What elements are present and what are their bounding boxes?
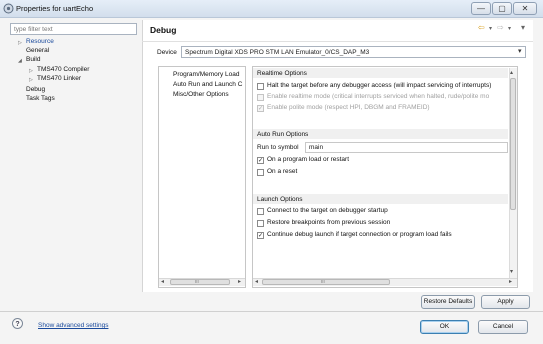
scroll-grip-icon: III bbox=[321, 279, 325, 284]
footer-divider bbox=[0, 311, 543, 312]
run-to-symbol-input[interactable]: main bbox=[305, 142, 508, 153]
restore-breakpoints-label: Restore breakpoints from previous sessio… bbox=[267, 219, 391, 226]
sidebar-item-build[interactable]: Build bbox=[26, 56, 40, 63]
maximize-button[interactable]: ▢ bbox=[492, 2, 512, 15]
view-menu-icon[interactable]: ▾ bbox=[521, 23, 525, 32]
back-menu-icon[interactable]: ▾ bbox=[489, 25, 492, 32]
load-restart-label: On a program load or restart bbox=[267, 156, 350, 163]
forward-menu-icon[interactable]: ▾ bbox=[508, 25, 511, 32]
list-item-auto-run[interactable]: Auto Run and Launch C bbox=[173, 81, 246, 88]
run-to-symbol-value: main bbox=[309, 144, 324, 151]
expand-arrow-icon[interactable]: ▷ bbox=[29, 77, 33, 83]
properties-icon bbox=[3, 3, 14, 14]
on-reset-checkbox[interactable] bbox=[257, 169, 264, 176]
category-list bbox=[158, 66, 246, 288]
sidebar-item-tms470-compiler[interactable]: TMS470 Compiler bbox=[37, 66, 89, 73]
header-divider bbox=[142, 41, 533, 42]
halt-target-label: Halt the target before any debugger acce… bbox=[267, 82, 492, 89]
options-scroll-thumb[interactable] bbox=[510, 78, 516, 210]
minimize-button[interactable]: — bbox=[471, 2, 491, 15]
sidebar-item-task-tags[interactable]: Task Tags bbox=[26, 95, 55, 102]
device-label: Device bbox=[157, 49, 177, 56]
connect-startup-label: Connect to the target on debugger startu… bbox=[267, 207, 388, 214]
auto-run-options-header: Auto Run Options bbox=[253, 129, 508, 139]
category-scroll-thumb[interactable] bbox=[170, 279, 230, 285]
scroll-right-icon[interactable]: ▸ bbox=[509, 278, 512, 285]
collapse-arrow-icon[interactable]: ◢ bbox=[18, 58, 22, 64]
sidebar-item-resource[interactable]: Resource bbox=[26, 38, 54, 45]
polite-mode-checkbox: ✓ bbox=[257, 105, 264, 112]
sidebar-item-general[interactable]: General bbox=[26, 47, 49, 54]
expand-arrow-icon[interactable]: ▷ bbox=[29, 68, 33, 74]
filter-input[interactable]: type filter text bbox=[10, 23, 137, 35]
close-button[interactable]: ✕ bbox=[513, 2, 537, 15]
realtime-mode-label: Enable realtime mode (critical interrupt… bbox=[267, 93, 490, 100]
scroll-grip-icon: III bbox=[195, 279, 199, 284]
list-item-program-memory-load[interactable]: Program/Memory Load bbox=[173, 71, 253, 78]
polite-mode-label: Enable polite mode (respect HPI, DBGM an… bbox=[267, 104, 430, 111]
list-item-misc-options[interactable]: Misc/Other Options bbox=[173, 91, 253, 98]
options-hscroll-thumb[interactable] bbox=[262, 279, 390, 285]
device-value: Spectrum Digital XDS PRO STM LAN Emulato… bbox=[185, 49, 370, 56]
ok-button[interactable]: OK bbox=[420, 320, 469, 334]
scroll-down-icon[interactable]: ▾ bbox=[510, 268, 513, 275]
halt-target-checkbox[interactable] bbox=[257, 83, 264, 90]
realtime-options-header: Realtime Options bbox=[253, 68, 508, 78]
expand-arrow-icon[interactable]: ▷ bbox=[18, 40, 22, 46]
restore-breakpoints-checkbox[interactable] bbox=[257, 220, 264, 227]
scroll-up-icon[interactable]: ▴ bbox=[510, 69, 513, 76]
sidebar-item-tms470-linker[interactable]: TMS470 Linker bbox=[37, 75, 81, 82]
show-advanced-settings-link[interactable]: Show advanced settings bbox=[38, 322, 108, 329]
realtime-mode-checkbox bbox=[257, 94, 264, 101]
apply-button[interactable]: Apply bbox=[481, 295, 530, 309]
scroll-left-icon[interactable]: ◂ bbox=[255, 278, 258, 285]
restore-defaults-button[interactable]: Restore Defaults bbox=[421, 295, 475, 309]
window-title: Properties for uartEcho bbox=[16, 4, 94, 13]
help-icon[interactable]: ? bbox=[12, 318, 23, 329]
continue-launch-checkbox[interactable]: ✓ bbox=[257, 232, 264, 239]
cancel-button[interactable]: Cancel bbox=[478, 320, 528, 334]
sidebar-item-debug[interactable]: Debug bbox=[26, 86, 45, 93]
device-select[interactable]: Spectrum Digital XDS PRO STM LAN Emulato… bbox=[181, 46, 526, 58]
scroll-right-icon[interactable]: ▸ bbox=[238, 278, 241, 285]
run-to-symbol-label: Run to symbol bbox=[257, 144, 299, 151]
back-icon[interactable]: ⇦ bbox=[478, 23, 485, 32]
continue-launch-label: Continue debug launch if target connecti… bbox=[267, 231, 452, 238]
forward-icon[interactable]: ⇨ bbox=[497, 23, 504, 32]
chevron-down-icon[interactable]: ▾ bbox=[518, 47, 522, 55]
launch-options-header: Launch Options bbox=[253, 194, 508, 204]
connect-startup-checkbox[interactable] bbox=[257, 208, 264, 215]
load-restart-checkbox[interactable]: ✓ bbox=[257, 157, 264, 164]
page-title: Debug bbox=[150, 25, 177, 35]
scroll-left-icon[interactable]: ◂ bbox=[161, 278, 164, 285]
on-reset-label: On a reset bbox=[267, 168, 298, 175]
